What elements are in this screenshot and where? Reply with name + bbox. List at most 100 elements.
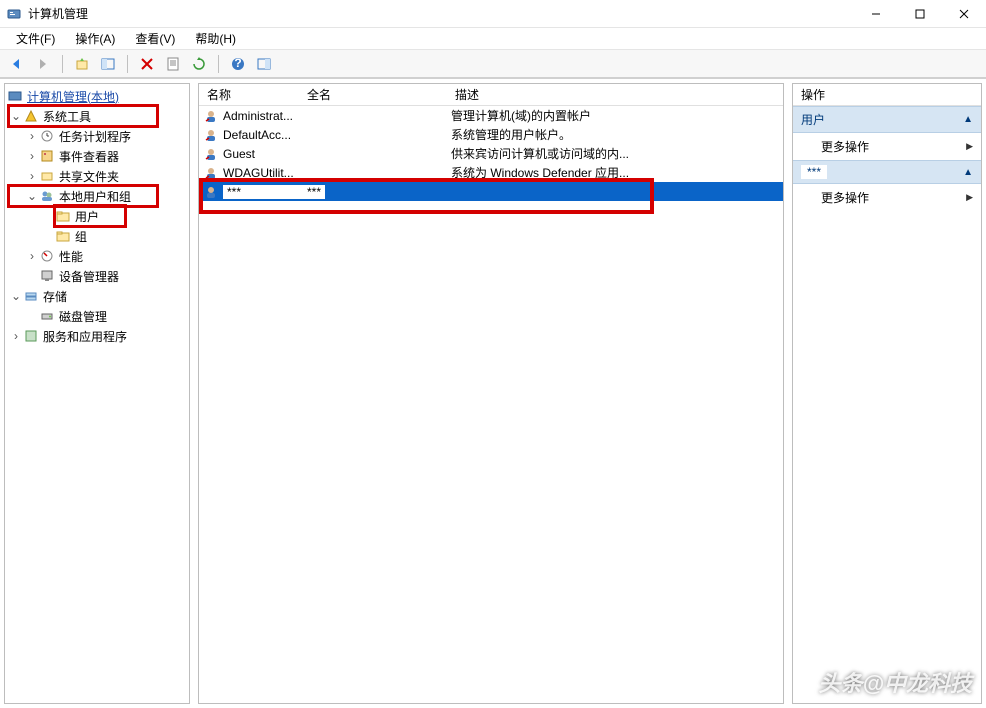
disk-icon (39, 308, 55, 324)
user-icon (203, 108, 219, 124)
tree-users[interactable]: 用户 (5, 206, 189, 226)
tree-device-manager-label: 设备管理器 (59, 268, 119, 285)
action-section-users[interactable]: 用户 ▲ (793, 106, 981, 133)
tree-system-tools-label: 系统工具 (43, 108, 91, 125)
cell-desc: 管理计算机(域)的内置帐户 (451, 107, 783, 124)
user-icon (203, 146, 219, 162)
performance-icon (39, 248, 55, 264)
tree-storage-label: 存储 (43, 288, 67, 305)
cell-name: *** (223, 185, 303, 199)
collapse-arrow-icon: ▲ (963, 167, 973, 178)
list-row[interactable]: DefaultAcc... 系统管理的用户帐户。 (199, 125, 783, 144)
action-more-2[interactable]: 更多操作 ▶ (793, 184, 981, 211)
tree-local-users-groups[interactable]: ⌄ 本地用户和组 (5, 186, 189, 206)
show-hide-tree-button[interactable] (97, 53, 119, 75)
maximize-button[interactable] (898, 0, 942, 28)
list-row[interactable]: Administrat... 管理计算机(域)的内置帐户 (199, 106, 783, 125)
show-action-pane-button[interactable] (253, 53, 275, 75)
chevron-right-icon[interactable]: › (9, 329, 23, 343)
action-section-selected[interactable]: *** ▲ (793, 160, 981, 184)
chevron-right-icon[interactable]: › (25, 149, 39, 163)
delete-button[interactable] (136, 53, 158, 75)
tree-device-manager[interactable]: 设备管理器 (5, 266, 189, 286)
properties-button[interactable] (162, 53, 184, 75)
tree-task-scheduler-label: 任务计划程序 (59, 128, 131, 145)
tree-event-viewer-label: 事件查看器 (59, 148, 119, 165)
svg-text:?: ? (234, 57, 241, 70)
tree-performance[interactable]: › 性能 (5, 246, 189, 266)
chevron-right-icon[interactable]: › (25, 129, 39, 143)
forward-button[interactable] (32, 53, 54, 75)
cell-desc: 系统管理的用户帐户。 (451, 126, 783, 143)
cell-name: DefaultAcc... (223, 128, 303, 142)
col-fullname[interactable]: 全名 (299, 84, 447, 105)
tree-root-label: 计算机管理(本地) (27, 88, 119, 105)
chevron-right-icon[interactable]: › (25, 169, 39, 183)
system-tools-icon (23, 108, 39, 124)
tree-shared-folders[interactable]: › 共享文件夹 (5, 166, 189, 186)
cell-full: *** (303, 185, 451, 199)
computer-mgmt-icon (7, 88, 23, 104)
minimize-button[interactable] (854, 0, 898, 28)
col-desc[interactable]: 描述 (447, 84, 783, 105)
help-button[interactable]: ? (227, 53, 249, 75)
menu-view[interactable]: 查看(V) (125, 28, 185, 49)
chevron-down-icon[interactable]: ⌄ (25, 189, 39, 203)
clock-icon (39, 128, 55, 144)
device-manager-icon (39, 268, 55, 284)
tree-storage[interactable]: ⌄ 存储 (5, 286, 189, 306)
action-more-1[interactable]: 更多操作 ▶ (793, 133, 981, 160)
back-button[interactable] (6, 53, 28, 75)
collapse-arrow-icon: ▲ (963, 114, 973, 125)
list-row-selected[interactable]: *** *** (199, 182, 783, 201)
tree-groups[interactable]: 组 (5, 226, 189, 246)
app-icon (6, 6, 22, 22)
cell-desc: 供来宾访问计算机或访问域的内... (451, 145, 783, 162)
tree-panel: 计算机管理(本地) ⌄ 系统工具 › 任务计划程序 › 事件查看器 (4, 83, 190, 704)
list-panel: 名称 全名 描述 Administrat... 管理计算机(域)的内置帐户 De… (198, 83, 784, 704)
shared-folder-icon (39, 168, 55, 184)
event-viewer-icon (39, 148, 55, 164)
menu-file[interactable]: 文件(F) (6, 28, 65, 49)
action-header: 操作 (793, 84, 981, 106)
tree-disk-mgmt-label: 磁盘管理 (59, 308, 107, 325)
tree-task-scheduler[interactable]: › 任务计划程序 (5, 126, 189, 146)
action-section-selected-label: *** (801, 165, 827, 179)
list-row[interactable]: WDAGUtilit... 系统为 Windows Defender 应用... (199, 163, 783, 182)
tree-services-apps-label: 服务和应用程序 (43, 328, 127, 345)
user-icon (203, 127, 219, 143)
user-icon (203, 165, 219, 181)
tree-root[interactable]: 计算机管理(本地) (5, 86, 189, 106)
cell-name: Guest (223, 147, 303, 161)
window-title: 计算机管理 (28, 5, 854, 22)
cell-name: Administrat... (223, 109, 303, 123)
tree-event-viewer[interactable]: › 事件查看器 (5, 146, 189, 166)
chevron-down-icon[interactable]: ⌄ (9, 289, 23, 303)
menu-action[interactable]: 操作(A) (65, 28, 125, 49)
tree-system-tools[interactable]: ⌄ 系统工具 (5, 106, 189, 126)
tree-users-label: 用户 (75, 208, 99, 225)
user-icon (203, 184, 219, 200)
tree-local-users-groups-label: 本地用户和组 (59, 188, 131, 205)
tree-shared-folders-label: 共享文件夹 (59, 168, 119, 185)
tree-services-apps[interactable]: › 服务和应用程序 (5, 326, 189, 346)
folder-icon (55, 208, 71, 224)
menu-help[interactable]: 帮助(H) (185, 28, 246, 49)
close-button[interactable] (942, 0, 986, 28)
list-header: 名称 全名 描述 (199, 84, 783, 106)
cell-desc: 系统为 Windows Defender 应用... (451, 164, 783, 181)
tree-groups-label: 组 (75, 228, 87, 245)
action-panel: 操作 用户 ▲ 更多操作 ▶ *** ▲ 更多操作 ▶ (792, 83, 982, 704)
tree-disk-management[interactable]: 磁盘管理 (5, 306, 189, 326)
chevron-right-icon[interactable]: › (25, 249, 39, 263)
storage-icon (23, 288, 39, 304)
col-name[interactable]: 名称 (199, 84, 299, 105)
chevron-down-icon[interactable]: ⌄ (9, 109, 23, 123)
cell-name: WDAGUtilit... (223, 166, 303, 180)
chevron-right-icon: ▶ (966, 192, 973, 203)
services-icon (23, 328, 39, 344)
up-button[interactable] (71, 53, 93, 75)
list-row[interactable]: Guest 供来宾访问计算机或访问域的内... (199, 144, 783, 163)
refresh-button[interactable] (188, 53, 210, 75)
chevron-right-icon: ▶ (966, 141, 973, 152)
